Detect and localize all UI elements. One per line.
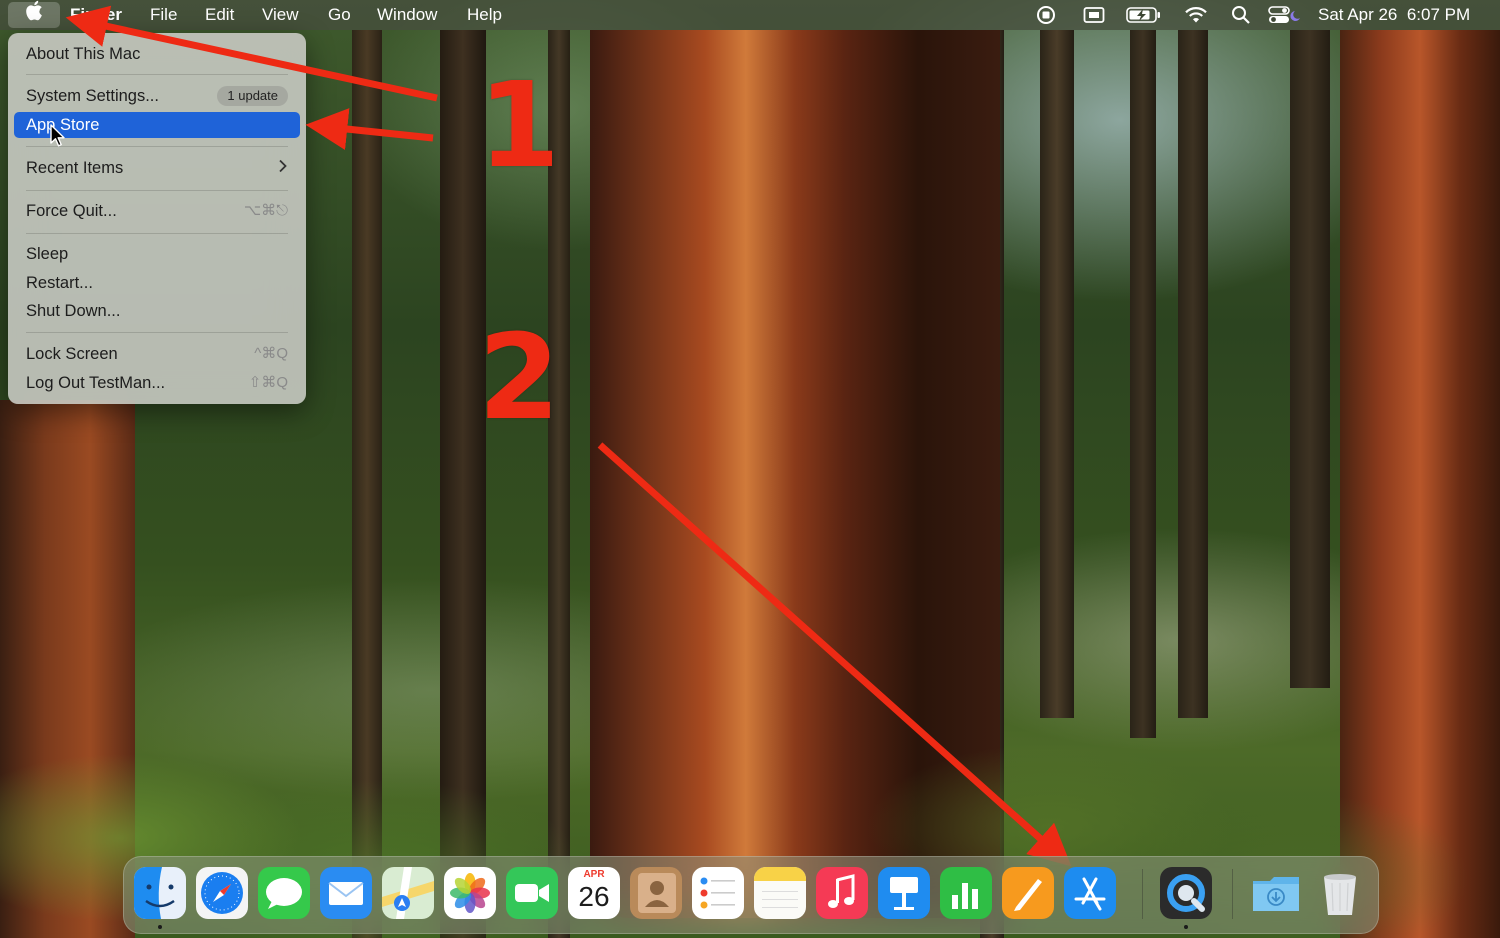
control-center-icon[interactable] (1268, 5, 1302, 25)
pages-pen-icon (1002, 867, 1054, 919)
keyboard-shortcut: ⌥⌘⎋ (243, 202, 288, 219)
menu-item-label: Force Quit... (26, 202, 117, 220)
reminders-list-icon (692, 867, 744, 919)
keyboard-shortcut: ⇧⌘Q (248, 374, 288, 391)
menu-bar: Finder File Edit View Go Window Help Sat… (0, 0, 1500, 30)
step-1-label: 1 (478, 56, 561, 194)
dock-app-keynote[interactable] (878, 867, 930, 919)
dock-app-calendar[interactable]: APR 26 (568, 867, 620, 919)
menu-item-label: Restart... (26, 274, 93, 292)
dock-app-mail[interactable] (320, 867, 372, 919)
menu-view[interactable]: View (262, 0, 299, 30)
menu-item-label: Sleep (26, 245, 69, 263)
menu-item-force-quit[interactable]: Force Quit... ⌥⌘⎋ (14, 198, 300, 224)
keyboard-shortcut: ^⌘Q (254, 345, 288, 362)
mail-envelope-icon (320, 867, 372, 919)
dock-app-notes[interactable] (754, 867, 806, 919)
running-indicator (158, 925, 162, 929)
menu-bar-clock[interactable]: Sat Apr 26 6:07 PM (1318, 0, 1470, 30)
facetime-camera-icon (506, 867, 558, 919)
dock-app-maps[interactable] (382, 867, 434, 919)
quicktime-icon (1160, 867, 1212, 919)
menu-item-shut-down[interactable]: Shut Down... (14, 298, 300, 324)
contacts-icon (630, 867, 682, 919)
keynote-podium-icon (878, 867, 930, 919)
menu-window[interactable]: Window (377, 0, 437, 30)
menu-help[interactable]: Help (467, 0, 502, 30)
menu-separator (26, 190, 288, 191)
dock-app-finder[interactable] (134, 867, 186, 919)
dock-separator (1142, 869, 1143, 919)
dock-app-facetime[interactable] (506, 867, 558, 919)
dock-app-safari[interactable] (196, 867, 248, 919)
menu-finder[interactable]: Finder (70, 0, 122, 30)
screen-share-icon[interactable] (1083, 5, 1105, 25)
menu-separator (26, 233, 288, 234)
trash-can-icon (1324, 874, 1356, 915)
dock: APR 26 (123, 856, 1379, 934)
spotlight-search-icon[interactable] (1231, 5, 1251, 25)
messages-bubble-icon (258, 867, 310, 919)
app-store-icon (1064, 867, 1116, 919)
numbers-chart-icon (940, 867, 992, 919)
dock-app-contacts[interactable] (630, 867, 682, 919)
menu-item-label: Lock Screen (26, 345, 118, 363)
menu-go[interactable]: Go (328, 0, 351, 30)
music-note-icon (816, 867, 868, 919)
dock-app-numbers[interactable] (940, 867, 992, 919)
dock-app-messages[interactable] (258, 867, 310, 919)
downloads-folder-icon (1253, 877, 1299, 911)
menu-item-about-this-mac[interactable]: About This Mac (14, 41, 300, 67)
menu-separator (26, 332, 288, 333)
calendar-month-label: APR (583, 869, 605, 880)
dock-app-pages[interactable] (1002, 867, 1054, 919)
step-2-label: 2 (478, 308, 561, 446)
calendar-day-label: 26 (578, 881, 610, 912)
menu-item-label: Recent Items (26, 159, 124, 177)
menu-edit[interactable]: Edit (205, 0, 234, 30)
dock-stack-downloads[interactable] (1250, 867, 1302, 919)
mouse-pointer-icon (50, 124, 66, 153)
photos-flower-icon (444, 867, 496, 919)
screen-record-icon[interactable] (1036, 5, 1056, 25)
menu-separator (26, 74, 288, 75)
dock-app-photos[interactable] (444, 867, 496, 919)
menu-item-lock-screen[interactable]: Lock Screen ^⌘Q (14, 341, 300, 367)
update-count-badge: 1 update (217, 86, 288, 106)
wifi-icon[interactable] (1184, 5, 1208, 25)
dock-trash[interactable] (1314, 867, 1366, 919)
chevron-right-icon (278, 156, 288, 182)
maps-icon (382, 867, 434, 919)
apple-menu-dropdown: About This Mac System Settings... 1 upda… (8, 33, 306, 404)
menu-item-restart[interactable]: Restart... (14, 270, 300, 296)
menu-item-system-settings[interactable]: System Settings... 1 update (14, 83, 300, 109)
dock-app-music[interactable] (816, 867, 868, 919)
menu-item-label: About This Mac (26, 45, 141, 63)
running-indicator (1184, 925, 1188, 929)
menu-item-log-out[interactable]: Log Out TestMan... ⇧⌘Q (14, 370, 300, 396)
safari-compass-icon (196, 867, 248, 919)
menu-item-label: System Settings... (26, 87, 159, 105)
menu-item-label: Shut Down... (26, 302, 121, 320)
battery-charging-icon[interactable] (1126, 5, 1162, 25)
dock-app-app-store[interactable] (1064, 867, 1116, 919)
finder-icon (134, 867, 186, 919)
menu-file[interactable]: File (150, 0, 177, 30)
dock-app-reminders[interactable] (692, 867, 744, 919)
menu-item-recent-items[interactable]: Recent Items (14, 155, 300, 181)
apple-menu-button[interactable] (8, 0, 60, 31)
notes-pad-icon (754, 867, 806, 919)
apple-logo-icon (25, 0, 43, 31)
dock-app-quicktime-player[interactable] (1160, 867, 1212, 919)
menu-item-sleep[interactable]: Sleep (14, 241, 300, 267)
menu-item-label: Log Out TestMan... (26, 374, 166, 392)
dock-separator (1232, 869, 1233, 919)
